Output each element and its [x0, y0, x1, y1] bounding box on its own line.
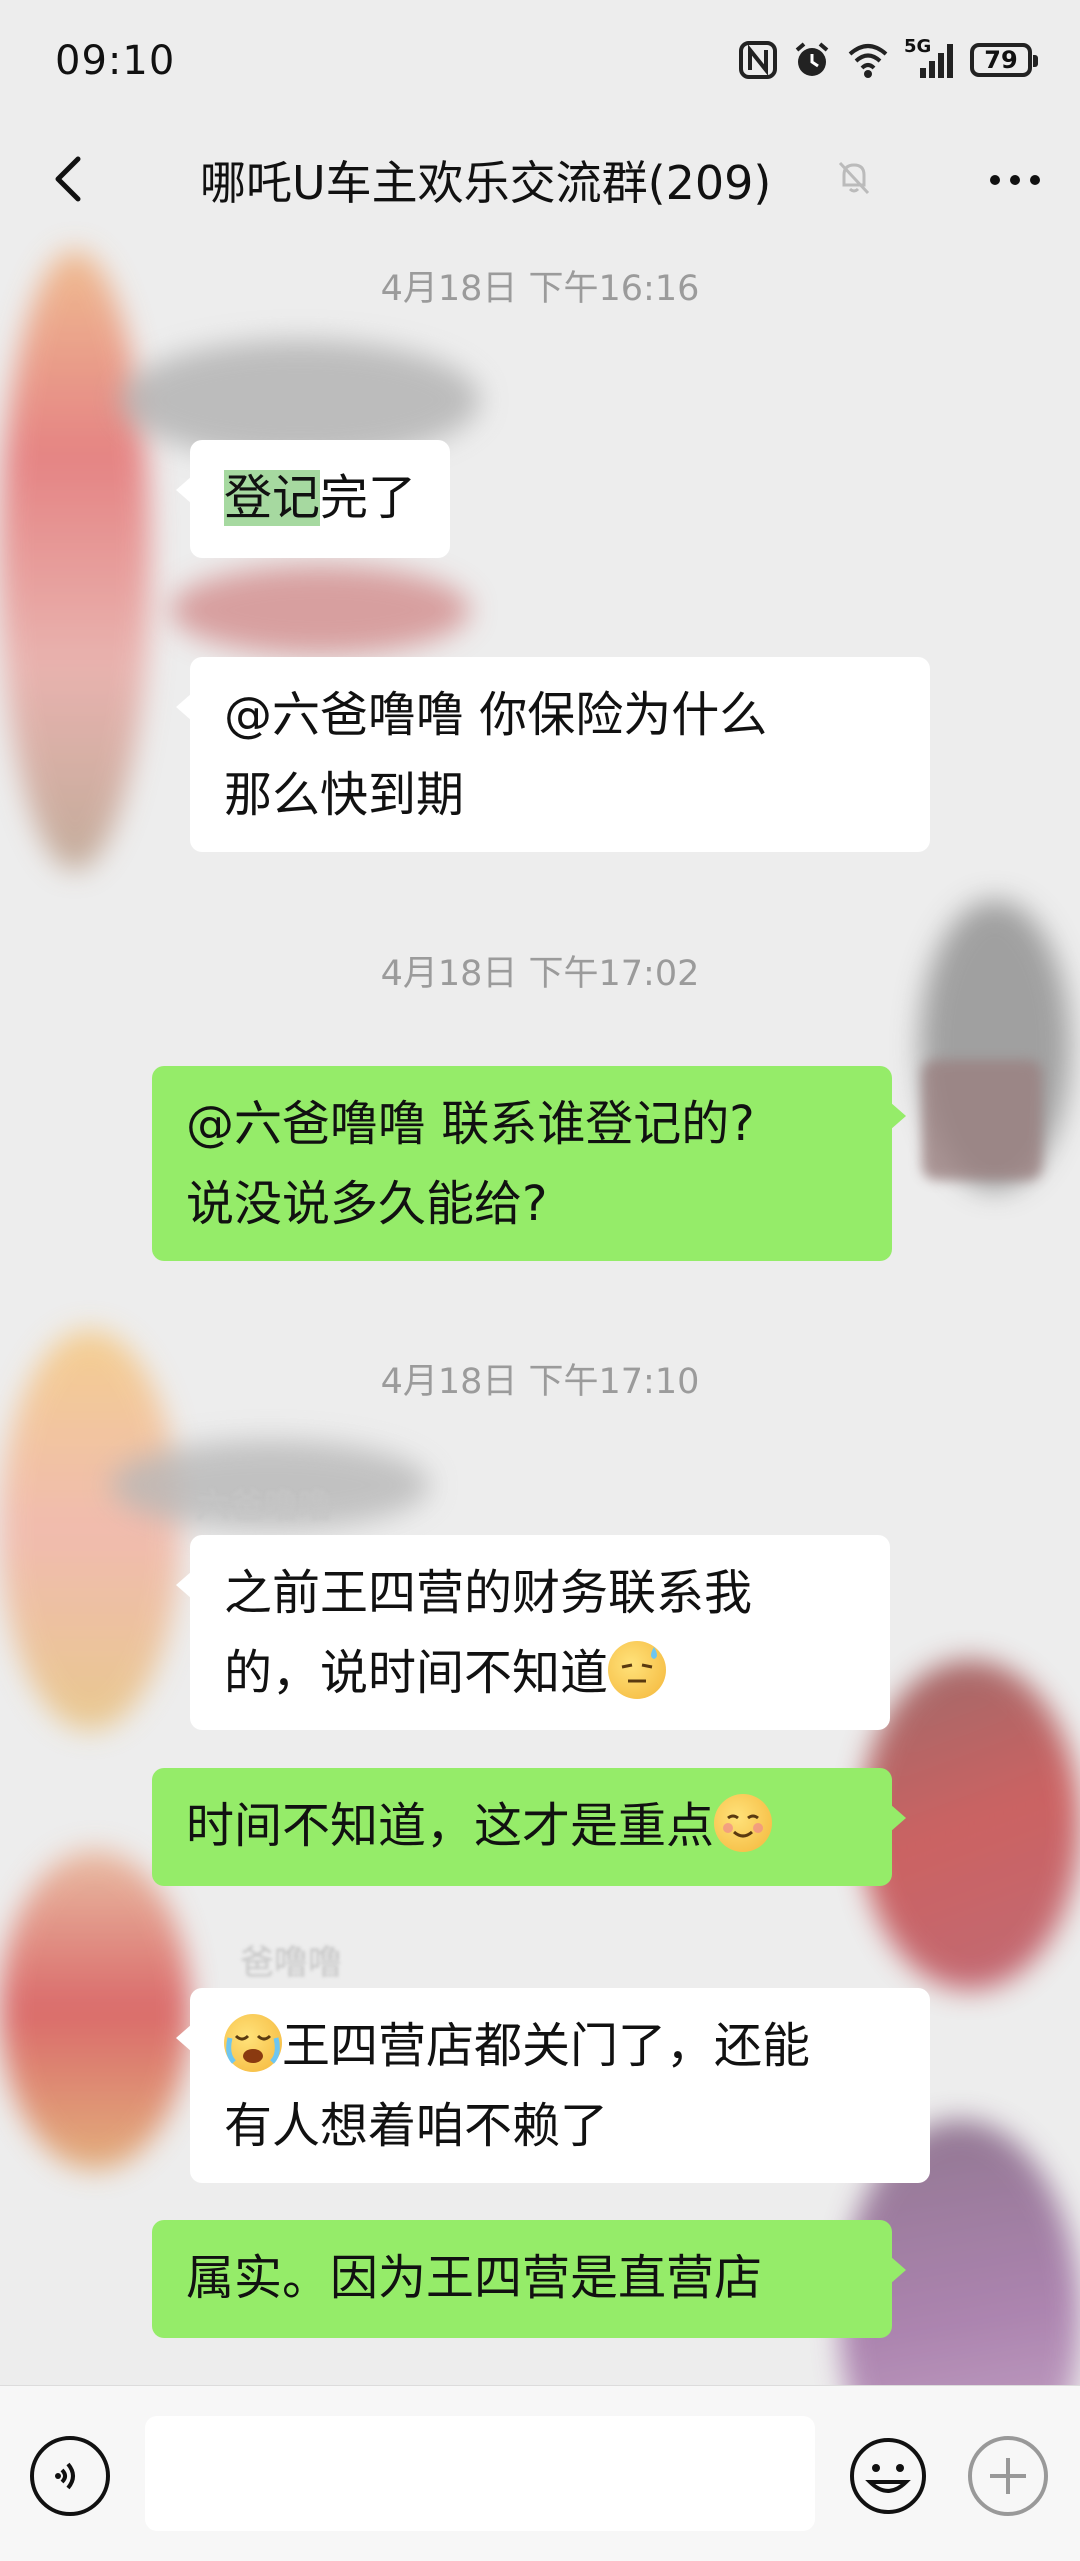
incoming-message-bubble[interactable]: 之前王四营的财务联系我 的，说时间不知道: [176, 1535, 890, 1730]
more-options-button[interactable]: [990, 175, 1040, 185]
message-input[interactable]: [145, 2416, 815, 2531]
blurred-name: [170, 565, 470, 655]
status-bar: 09:10 5G 79: [0, 0, 1080, 125]
chat-header: 哪吒U车主欢乐交流群(209): [0, 125, 1080, 235]
message-text: 说没说多久能给?: [186, 1176, 548, 1232]
status-time: 09:10: [55, 38, 176, 84]
incoming-message-bubble[interactable]: @六爸噜噜 你保险为什么 那么快到期: [176, 657, 930, 852]
message-text: 之前王四营的财务联系我: [224, 1565, 753, 1621]
smiling-face-emoji-icon: [714, 1794, 773, 1852]
my-avatar: [922, 1060, 1042, 1180]
message-text: 王四营店都关门了，还能: [282, 2018, 811, 2074]
blurred-avatar: [0, 250, 150, 870]
plus-icon: [990, 2458, 1026, 2494]
message-text: 的，说时间不知道: [224, 1645, 609, 1701]
battery-level: 79: [984, 46, 1018, 74]
nfc-icon: [739, 41, 777, 79]
incoming-message-bubble[interactable]: 登记完了: [175, 440, 451, 558]
sender-name: 六爸噜噜: [196, 1486, 332, 1526]
message-text: 完了: [320, 470, 417, 526]
back-arrow-icon[interactable]: [40, 149, 100, 209]
message-timestamp: 4月18日 下午16:16: [380, 269, 700, 309]
sender-name: 爸噜噜: [240, 1943, 342, 1983]
message-text: 属实。因为王四营是直营店: [186, 2250, 763, 2306]
message-text: 有人想着咱不赖了: [224, 2098, 609, 2154]
mute-bell-icon: [838, 161, 870, 195]
more-functions-button[interactable]: [968, 2436, 1048, 2516]
message-text: 那么快到期: [224, 767, 465, 823]
alarm-icon: [795, 42, 829, 76]
voice-input-button[interactable]: [30, 2436, 110, 2516]
message-text: @六爸噜噜 联系谁登记的?: [186, 1096, 755, 1152]
wifi-icon: [848, 44, 888, 78]
outgoing-message-bubble[interactable]: 属实。因为王四营是直营店: [152, 2220, 906, 2338]
signal-icon: 5G: [904, 36, 956, 80]
highlighted-text: 登记: [224, 470, 321, 526]
message-timestamp: 4月18日 下午17:10: [380, 1362, 700, 1402]
message-text: 时间不知道，这才是重点: [186, 1798, 715, 1854]
battery-icon: 79: [970, 43, 1038, 77]
outgoing-message-bubble[interactable]: @六爸噜噜 联系谁登记的? 说没说多久能给?: [152, 1066, 906, 1261]
sweat-face-emoji-icon: [608, 1641, 667, 1699]
crying-face-emoji-icon: [224, 2014, 282, 2072]
message-text: @六爸噜噜 你保险为什么: [224, 687, 768, 743]
incoming-message-bubble[interactable]: 王四营店都关门了，还能 有人想着咱不赖了: [176, 1988, 930, 2183]
voice-icon: [55, 2462, 75, 2490]
status-icons: 5G 79: [738, 36, 1038, 84]
outgoing-message-bubble[interactable]: 时间不知道，这才是重点: [152, 1768, 906, 1886]
group-title: 哪吒U车主欢乐交流群(209): [200, 156, 772, 210]
emoji-icon[interactable]: [848, 2436, 928, 2516]
message-timestamp: 4月18日 下午17:02: [380, 954, 700, 994]
blurred-avatar: [0, 1850, 190, 2170]
input-bar: [0, 2385, 1080, 2561]
